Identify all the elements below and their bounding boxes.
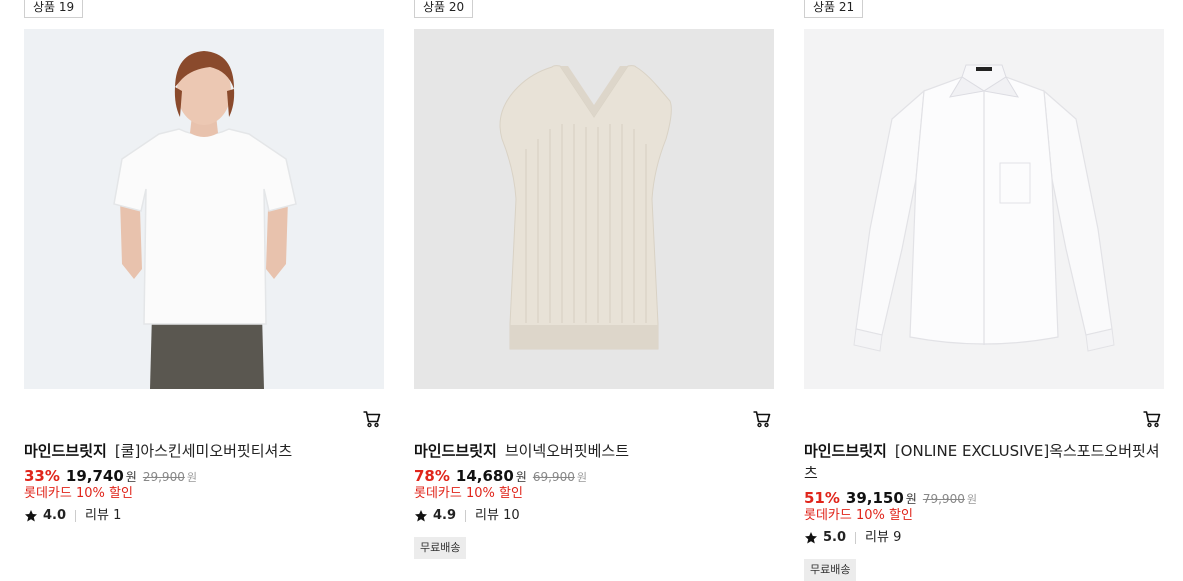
original-price: 29,900	[142, 470, 185, 484]
product-title[interactable]: 마인드브릿지 [쿨]아스킨세미오버핏티셔츠	[24, 440, 384, 462]
free-shipping-badge: 무료배송	[414, 537, 467, 559]
cart-icon	[1143, 411, 1161, 428]
card-promo: 롯데카드 10% 할인	[804, 508, 913, 523]
rating-row: 4.0 리뷰 1	[24, 507, 121, 525]
review-count[interactable]: 리뷰 10	[475, 507, 520, 525]
brand-name: 마인드브릿지	[414, 442, 497, 460]
card-promo: 롯데카드 10% 할인	[24, 486, 133, 501]
discount-rate: 33%	[24, 467, 60, 485]
discount-rate: 51%	[804, 489, 840, 507]
rating-row: 4.9 리뷰 10	[414, 507, 520, 525]
price-unit: 원	[905, 492, 917, 506]
discount-rate: 78%	[414, 467, 450, 485]
sale-price: 19,740	[65, 467, 124, 485]
rating-score: 5.0	[823, 530, 847, 545]
star-icon	[805, 532, 817, 544]
product-name: [쿨]아스킨세미오버핏티셔츠	[114, 442, 293, 460]
sale-price: 39,150	[845, 489, 904, 507]
add-to-cart-button[interactable]	[362, 409, 382, 429]
original-price: 79,900	[922, 492, 965, 506]
cart-icon	[753, 411, 771, 428]
rating-score: 4.0	[43, 508, 67, 523]
brand-name: 마인드브릿지	[804, 442, 887, 460]
divider	[75, 510, 77, 522]
add-to-cart-button[interactable]	[752, 409, 772, 429]
star-icon	[25, 510, 37, 522]
product-slot-badge: 상품 20	[414, 0, 474, 18]
cart-icon	[363, 411, 381, 428]
original-price-unit: 원	[186, 471, 197, 484]
product-name: 브이넥오버핏베스트	[504, 442, 630, 460]
original-price-unit: 원	[576, 471, 587, 484]
product-image[interactable]	[414, 29, 774, 389]
rating-row: 5.0 리뷰 9	[804, 529, 901, 547]
review-count[interactable]: 리뷰 9	[865, 529, 901, 547]
price-unit: 원	[125, 470, 137, 484]
product-image[interactable]	[804, 29, 1164, 389]
original-price-unit: 원	[966, 493, 977, 506]
product-slot-badge: 상품 19	[24, 0, 84, 18]
card-promo: 롯데카드 10% 할인	[414, 486, 523, 501]
free-shipping-badge: 무료배송	[804, 559, 857, 581]
product-image[interactable]	[24, 29, 384, 389]
rating-score: 4.9	[433, 508, 457, 523]
add-to-cart-button[interactable]	[1142, 409, 1162, 429]
original-price: 69,900	[532, 470, 575, 484]
product-title[interactable]: 마인드브릿지 [ONLINE EXCLUSIVE]옥스포드오버핏셔츠	[804, 440, 1164, 484]
divider	[855, 532, 857, 544]
divider	[465, 510, 467, 522]
product-slot-badge: 상품 21	[804, 0, 864, 18]
product-title[interactable]: 마인드브릿지 브이넥오버핏베스트	[414, 440, 774, 462]
price-unit: 원	[515, 470, 527, 484]
sale-price: 14,680	[455, 467, 514, 485]
star-icon	[415, 510, 427, 522]
review-count[interactable]: 리뷰 1	[85, 507, 121, 525]
brand-name: 마인드브릿지	[24, 442, 107, 460]
